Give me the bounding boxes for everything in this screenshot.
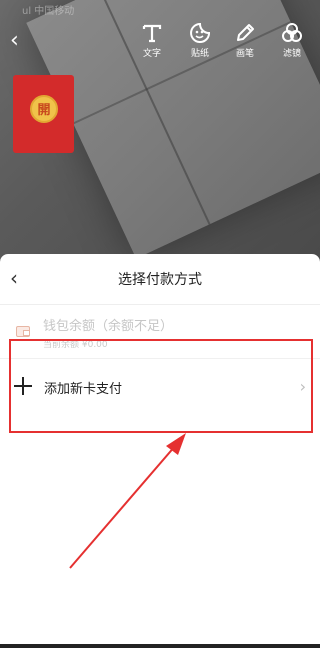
sticker-icon bbox=[190, 22, 210, 43]
filter-icon bbox=[282, 23, 302, 42]
text-tool-label: 文字 bbox=[142, 49, 161, 59]
filter-tool-button[interactable]: 滤镜 bbox=[274, 22, 310, 59]
add-new-card-option[interactable]: 添加新卡支付 › bbox=[0, 359, 320, 419]
bottom-bar bbox=[0, 644, 320, 648]
pen-icon bbox=[237, 24, 254, 41]
sticker-tool-label: 贴纸 bbox=[190, 49, 209, 59]
chevron-right-icon: › bbox=[299, 377, 306, 396]
filter-tool-label: 滤镜 bbox=[282, 49, 301, 59]
pen-tool-button[interactable]: 画笔 bbox=[227, 22, 263, 59]
sheet-header: ‹ 选择付款方式 bbox=[0, 254, 320, 305]
wallet-balance-amount: 当前余额 ¥0.00 bbox=[43, 340, 108, 350]
status-text: ul 中国移动 bbox=[22, 6, 75, 17]
status-bar: ul 中国移动 bbox=[0, 0, 320, 17]
red-packet-coin: 開 bbox=[30, 95, 58, 123]
text-icon bbox=[142, 24, 162, 43]
red-packet-sticker[interactable]: 開 bbox=[13, 75, 74, 153]
plus-icon bbox=[14, 377, 32, 395]
wallet-balance-option: 钱包余额（余额不足） 当前余额 ¥0.00 bbox=[0, 305, 320, 359]
payment-method-sheet: ‹ 选择付款方式 钱包余额（余额不足） 当前余额 ¥0.00 添加新卡支付 › bbox=[0, 254, 320, 644]
sticker-tool-button[interactable]: 贴纸 bbox=[182, 22, 218, 59]
add-new-card-label: 添加新卡支付 bbox=[44, 382, 123, 397]
sheet-title: 选择付款方式 bbox=[118, 272, 202, 288]
pen-tool-label: 画笔 bbox=[235, 49, 254, 59]
text-tool-button[interactable]: 文字 bbox=[134, 22, 170, 59]
back-button[interactable]: ‹ bbox=[10, 30, 30, 52]
wallet-balance-label: 钱包余额（余额不足） bbox=[43, 319, 174, 334]
wallet-icon bbox=[16, 326, 30, 337]
